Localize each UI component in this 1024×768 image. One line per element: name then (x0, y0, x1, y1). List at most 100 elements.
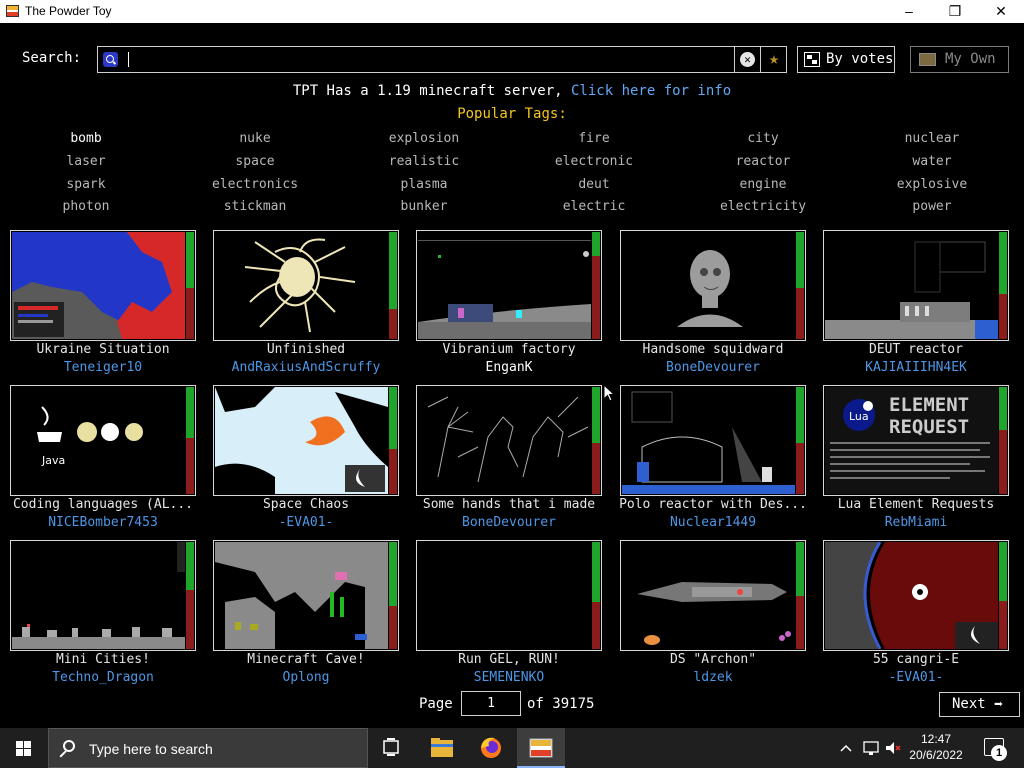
save-author[interactable]: KAJIAIIIHN4EK (815, 360, 1017, 375)
save-thumbnail[interactable] (213, 230, 399, 341)
save-tile[interactable]: Space Chaos -EVA01- (213, 385, 399, 535)
save-author[interactable]: -EVA01- (815, 670, 1017, 685)
tag-electricity[interactable]: electricity (678, 199, 848, 214)
save-title: Run GEL, RUN! (458, 652, 560, 667)
save-tile[interactable]: Ukraine Situation Teneiger10 (10, 230, 196, 380)
save-author[interactable]: EnganK (408, 360, 610, 375)
save-tile[interactable]: Polo reactor with Des... Nuclear1449 (619, 385, 807, 535)
tag-explosive[interactable]: explosive (847, 177, 1017, 192)
tag-bomb[interactable]: bomb (1, 131, 171, 146)
save-thumbnail[interactable] (620, 540, 806, 651)
save-tile[interactable]: 55 cangri-E -EVA01- (823, 540, 1009, 690)
save-tile[interactable]: Handsome squidward BoneDevourer (620, 230, 806, 380)
tag-bunker[interactable]: bunker (339, 199, 509, 214)
search-box[interactable]: ✕ ★ (97, 46, 787, 73)
tag-reactor[interactable]: reactor (678, 154, 848, 169)
save-author[interactable]: ldzek (612, 670, 814, 685)
tag-photon[interactable]: photon (1, 199, 171, 214)
window-titlebar: The Powder Toy – ❐ ✕ (0, 0, 1024, 23)
clear-search-button[interactable]: ✕ (734, 47, 760, 72)
powder-toy-taskbar-button[interactable] (517, 728, 565, 768)
save-title: DS "Archon" (669, 652, 757, 667)
save-thumbnail[interactable] (620, 230, 806, 341)
close-button[interactable]: ✕ (978, 0, 1024, 23)
tag-realistic[interactable]: realistic (339, 154, 509, 169)
tag-city[interactable]: city (678, 131, 848, 146)
tag-deut[interactable]: deut (509, 177, 679, 192)
save-author[interactable]: Nuclear1449 (612, 515, 814, 530)
save-author[interactable]: Techno_Dragon (2, 670, 204, 685)
tag-nuclear[interactable]: nuclear (847, 131, 1017, 146)
system-clock[interactable]: 12:47 20/6/2022 (906, 731, 966, 763)
tag-fire[interactable]: fire (509, 131, 679, 146)
show-hidden-icons-chevron-icon[interactable] (838, 740, 854, 756)
save-author[interactable]: SEMENENKO (408, 670, 610, 685)
save-thumbnail[interactable] (823, 230, 1009, 341)
search-icon (103, 52, 118, 67)
motd-info-link[interactable]: Click here for info (571, 83, 731, 99)
save-tile[interactable]: Mini Cities! Techno_Dragon (10, 540, 196, 690)
save-author[interactable]: AndRaxiusAndScruffy (205, 360, 407, 375)
sort-by-votes-button[interactable]: By votes (797, 46, 895, 73)
my-own-button[interactable]: My Own (910, 46, 1009, 73)
page-number-input[interactable] (461, 691, 521, 716)
firefox-button[interactable] (467, 728, 515, 768)
task-view-button[interactable] (368, 728, 416, 768)
save-thumbnail-image (215, 232, 388, 339)
save-tile[interactable]: Minecraft Cave! Oplong (213, 540, 399, 690)
save-thumbnail[interactable] (620, 385, 806, 496)
save-tile[interactable]: Some hands that i made BoneDevourer (416, 385, 602, 535)
tag-nuke[interactable]: nuke (170, 131, 340, 146)
network-icon[interactable] (862, 739, 880, 757)
favorites-star-button[interactable]: ★ (760, 47, 787, 72)
taskbar-search-box[interactable]: Type here to search (48, 728, 368, 768)
save-thumbnail[interactable] (416, 540, 602, 651)
search-input[interactable] (132, 50, 722, 69)
svg-text:Java: Java (41, 454, 65, 467)
tag-electronics[interactable]: electronics (170, 177, 340, 192)
tag-engine[interactable]: engine (678, 177, 848, 192)
tag-space[interactable]: space (170, 154, 340, 169)
save-tile[interactable]: Unfinished AndRaxiusAndScruffy (213, 230, 399, 380)
save-tile[interactable]: DS "Archon" ldzek (620, 540, 806, 690)
volume-muted-icon[interactable] (884, 739, 902, 757)
save-tile[interactable]: DEUT reactor KAJIAIIIHN4EK (823, 230, 1009, 380)
minimize-button[interactable]: – (886, 0, 932, 23)
vote-bar (999, 232, 1007, 339)
tag-stickman[interactable]: stickman (170, 199, 340, 214)
save-author[interactable]: NICEBomber7453 (2, 515, 204, 530)
save-thumbnail[interactable]: Lua ELEMENT REQUEST (823, 385, 1009, 496)
save-thumbnail[interactable] (213, 540, 399, 651)
next-page-button[interactable]: Next ➡ (939, 692, 1020, 717)
start-button[interactable] (0, 728, 48, 768)
svg-text:Lua: Lua (849, 410, 869, 423)
tag-electronic[interactable]: electronic (509, 154, 679, 169)
save-thumbnail[interactable] (416, 230, 602, 341)
tag-explosion[interactable]: explosion (339, 131, 509, 146)
save-thumbnail[interactable]: Java (10, 385, 196, 496)
save-author[interactable]: Teneiger10 (2, 360, 204, 375)
tag-water[interactable]: water (847, 154, 1017, 169)
tag-electric[interactable]: electric (509, 199, 679, 214)
save-author[interactable]: RebMiami (815, 515, 1017, 530)
save-tile[interactable]: Run GEL, RUN! SEMENENKO (416, 540, 602, 690)
save-thumbnail[interactable] (10, 540, 196, 651)
maximize-button[interactable]: ❐ (932, 0, 978, 23)
tag-spark[interactable]: spark (1, 177, 171, 192)
save-author[interactable]: BoneDevourer (612, 360, 814, 375)
tag-power[interactable]: power (847, 199, 1017, 214)
save-author[interactable]: Oplong (205, 670, 407, 685)
file-explorer-button[interactable] (418, 728, 466, 768)
upvote-fill (186, 232, 194, 288)
save-author[interactable]: -EVA01- (205, 515, 407, 530)
save-thumbnail[interactable] (10, 230, 196, 341)
save-tile[interactable]: Java Coding languages (AL... NICEBomber745… (10, 385, 196, 535)
save-thumbnail[interactable] (213, 385, 399, 496)
save-tile[interactable]: Vibranium factory EnganK (416, 230, 602, 380)
save-author[interactable]: BoneDevourer (408, 515, 610, 530)
save-thumbnail[interactable] (416, 385, 602, 496)
save-thumbnail[interactable] (823, 540, 1009, 651)
tag-laser[interactable]: laser (1, 154, 171, 169)
tag-plasma[interactable]: plasma (339, 177, 509, 192)
save-tile[interactable]: Lua ELEMENT REQUEST Lua Element Requests Reb… (823, 385, 1009, 535)
